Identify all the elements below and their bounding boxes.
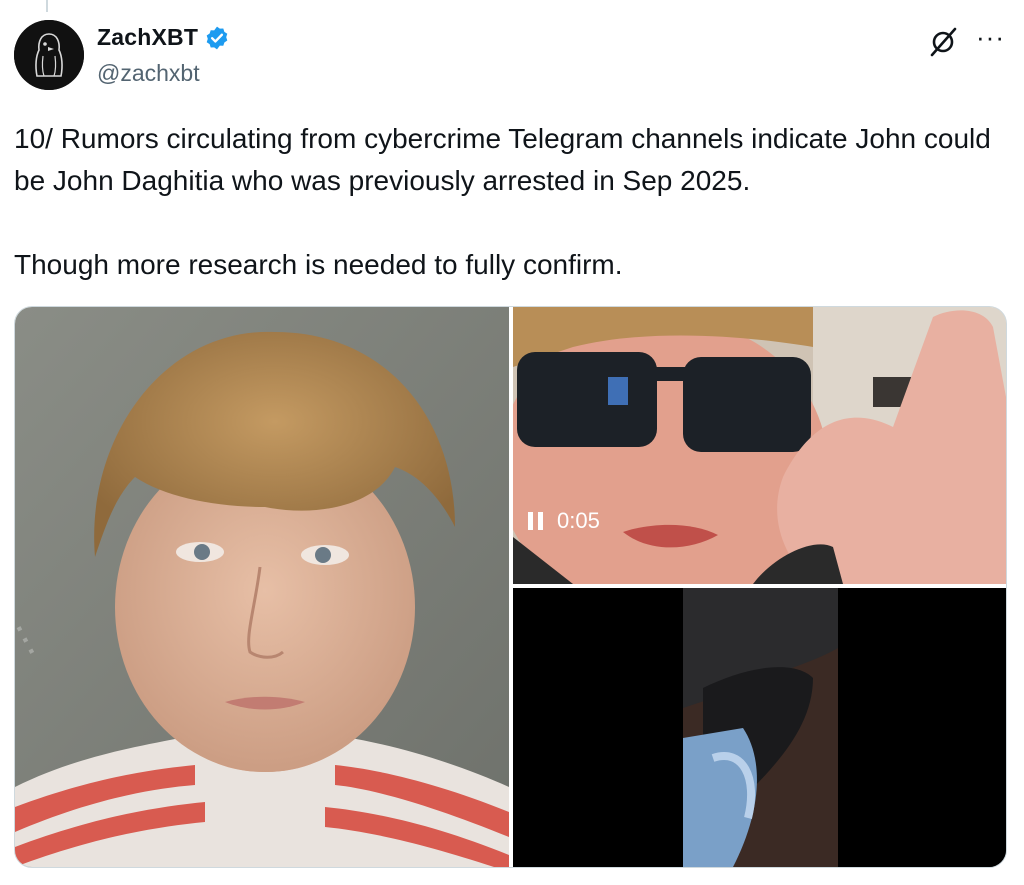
author-display-name[interactable]: ZachXBT: [97, 24, 198, 51]
pause-icon[interactable]: [528, 512, 543, 530]
video-timestamp: 0:05: [557, 508, 600, 533]
media-grid: …: [14, 306, 1007, 868]
verified-badge-icon: [204, 25, 230, 51]
author-name-row[interactable]: ZachXBT: [97, 24, 230, 51]
video-player[interactable]: [513, 588, 1006, 867]
sunglasses-selfie-photo[interactable]: [513, 307, 1006, 584]
thread-connector-line: [46, 0, 48, 12]
video-controls[interactable]: 0:05: [528, 508, 600, 534]
penguin-avatar-icon: [14, 20, 84, 90]
author-handle[interactable]: @zachxbt: [97, 60, 200, 87]
mugshot-photo[interactable]: [15, 307, 509, 867]
tweet-text-paragraph-1: 10/ Rumors circulating from cybercrime T…: [14, 123, 991, 196]
more-options-icon[interactable]: ···: [976, 24, 1006, 52]
grok-icon[interactable]: [927, 26, 959, 58]
tweet-text-paragraph-2: Though more research is needed to fully …: [14, 249, 623, 280]
tweet-text: 10/ Rumors circulating from cybercrime T…: [14, 118, 1014, 286]
author-avatar[interactable]: [14, 20, 84, 90]
